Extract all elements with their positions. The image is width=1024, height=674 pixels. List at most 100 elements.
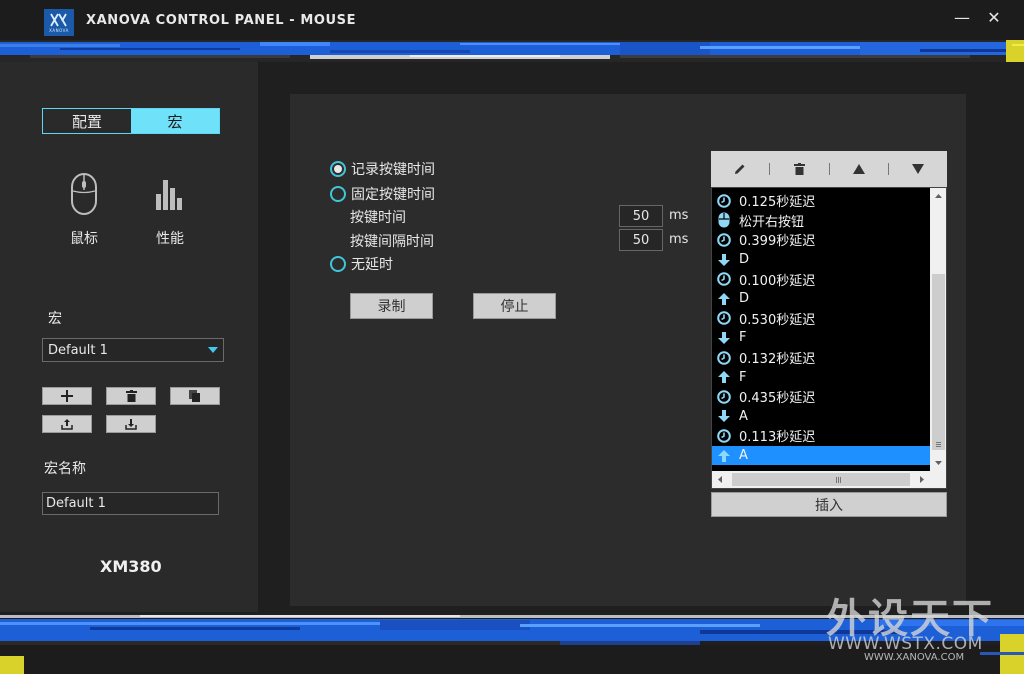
list-item-text: 0.132秒延迟 [739, 352, 816, 368]
list-item[interactable]: D [712, 289, 930, 309]
scroll-right-arrow-icon[interactable] [914, 471, 930, 488]
option-no-delay[interactable]: 无延时 [330, 254, 393, 274]
arrow-down-icon [715, 251, 733, 269]
scrollbar-corner [930, 471, 946, 488]
copy-macro-button[interactable] [170, 387, 220, 405]
macro-list-toolbar [711, 151, 947, 187]
vertical-scrollbar[interactable] [930, 188, 946, 471]
mouse-icon [71, 173, 97, 215]
clock-icon [715, 270, 733, 288]
clock-icon [715, 427, 733, 445]
vertical-scroll-thumb[interactable] [932, 274, 945, 450]
window-title: XANOVA CONTROL PANEL - MOUSE [86, 13, 357, 28]
pencil-icon [735, 164, 745, 174]
import-icon [125, 419, 137, 430]
scroll-down-arrow-icon[interactable] [930, 455, 946, 471]
delete-macro-button[interactable] [106, 387, 156, 405]
list-item[interactable]: D [712, 250, 930, 270]
list-item[interactable]: 0.132秒延迟 [712, 348, 930, 368]
trash-icon [793, 163, 805, 175]
caret-down-icon [208, 347, 218, 353]
logo-text: XANOVA [49, 27, 69, 33]
record-button[interactable]: 录制 [350, 293, 433, 319]
key-interval-label: 按键间隔时间 [350, 234, 434, 250]
import-macro-button[interactable] [106, 415, 156, 433]
list-item-text: D [739, 252, 750, 268]
move-down-button[interactable] [889, 151, 947, 187]
list-item[interactable]: 0.125秒延迟 [712, 191, 930, 211]
option-record-key-time-label: 记录按键时间 [351, 162, 435, 178]
list-item[interactable]: F [712, 367, 930, 387]
title-bar: XANOVA XANOVA CONTROL PANEL - MOUSE — ✕ [0, 0, 1024, 42]
xanova-logo: XANOVA [44, 9, 74, 36]
nav-performance-label: 性能 [156, 231, 184, 247]
horizontal-scrollbar[interactable] [712, 471, 930, 488]
option-fixed-key-time-label: 固定按键时间 [351, 187, 435, 203]
arrow-down-icon [715, 329, 733, 347]
list-item[interactable]: 0.113秒延迟 [712, 426, 930, 446]
add-macro-button[interactable] [42, 387, 92, 405]
key-time-input[interactable] [619, 205, 663, 227]
key-interval-input[interactable] [619, 229, 663, 251]
stop-button[interactable]: 停止 [473, 293, 556, 319]
list-item[interactable]: 0.100秒延迟 [712, 269, 930, 289]
list-item-text: 0.435秒延迟 [739, 391, 816, 407]
mouse-right-icon [715, 211, 733, 229]
list-item-text: F [739, 330, 747, 346]
macro-name-label: 宏名称 [44, 461, 86, 477]
move-up-button[interactable] [830, 151, 888, 187]
nav-mouse-label: 鼠标 [70, 231, 98, 247]
mode-switch: 配置 宏 [42, 108, 220, 134]
macro-select-value: Default 1 [48, 342, 108, 358]
clock-icon [715, 309, 733, 327]
macro-name-input[interactable] [42, 492, 219, 515]
list-item[interactable]: 0.530秒延迟 [712, 309, 930, 329]
horizontal-scroll-thumb[interactable] [732, 473, 910, 486]
radio-icon [330, 186, 346, 202]
export-macro-button[interactable] [42, 415, 92, 433]
macro-step-list[interactable]: 0.125秒延迟 松开右按钮 0.399秒延迟 D 0.100秒延迟 D 0.530秒延迟 F… [711, 187, 947, 489]
scroll-left-arrow-icon[interactable] [712, 471, 728, 488]
list-item-text: 0.125秒延迟 [739, 195, 816, 211]
option-no-delay-label: 无延时 [351, 257, 393, 273]
list-item[interactable]: A [712, 407, 930, 427]
arrow-down-icon [715, 407, 733, 425]
nav-mouse[interactable]: 鼠标 [54, 172, 114, 248]
clock-icon [715, 349, 733, 367]
edit-step-button[interactable] [711, 151, 769, 187]
delete-step-button[interactable] [770, 151, 828, 187]
watermark-url: WWW.WSTX.COM [828, 634, 983, 654]
key-time-unit: ms [669, 208, 689, 223]
macro-label: 宏 [48, 311, 62, 327]
list-item[interactable]: F [712, 328, 930, 348]
sidebar: 配置 宏 鼠标 性能 宏 Default 1 宏名称 Default 1 XM3… [0, 62, 258, 614]
nav-performance[interactable]: 性能 [140, 172, 200, 248]
option-fixed-key-time[interactable]: 固定按键时间 [330, 184, 435, 204]
plus-icon [61, 390, 73, 402]
scroll-up-arrow-icon[interactable] [930, 188, 946, 204]
arrow-up-icon [715, 447, 733, 465]
logo-mark-icon [50, 13, 67, 26]
list-item[interactable]: 0.399秒延迟 [712, 230, 930, 250]
minimize-button[interactable]: — [948, 6, 976, 28]
tab-config[interactable]: 配置 [43, 109, 131, 133]
close-button[interactable]: ✕ [980, 6, 1008, 28]
copy-icon [189, 390, 200, 402]
clock-icon [715, 192, 733, 210]
performance-bars-icon [156, 180, 182, 210]
macro-select[interactable]: Default 1 [42, 338, 224, 362]
list-item-text: 松开右按钮 [739, 214, 805, 230]
tab-macro[interactable]: 宏 [131, 109, 219, 133]
option-record-key-time[interactable]: 记录按键时间 [330, 159, 435, 179]
radio-icon [330, 256, 346, 272]
list-item-text: 0.113秒延迟 [739, 430, 816, 446]
list-item[interactable]: 松开右按钮 [712, 211, 930, 231]
arrow-up-icon [715, 290, 733, 308]
list-item-text: D [739, 291, 750, 307]
list-item[interactable]: A [712, 445, 930, 466]
list-item[interactable]: 0.435秒延迟 [712, 387, 930, 407]
clock-icon [715, 388, 733, 406]
watermark-brand-url: WWW.XANOVA.COM [864, 652, 965, 663]
clock-icon [715, 231, 733, 249]
insert-button[interactable]: 插入 [711, 492, 947, 517]
